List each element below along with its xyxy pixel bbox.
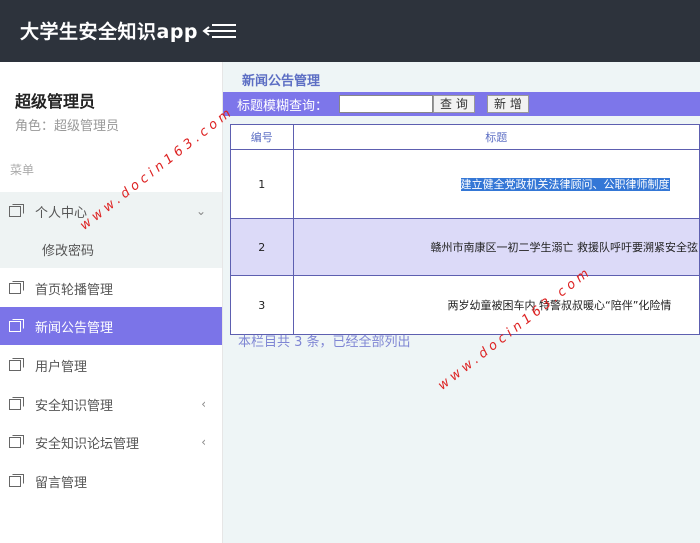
row-title-cell: 赣州市南康区一初二学生溺亡 救援队呼吁要溯紧安全弦 — [292, 218, 700, 276]
chevron-down-icon: ⌄ — [195, 204, 206, 218]
main-content: 新闻公告管理 标题模糊查询： 查 询 新 增 编号 标题 1 建立健全党政机关法… — [223, 62, 700, 543]
sidebar-item-label: 留言管理 — [35, 475, 88, 491]
column-header-id: 编号 — [230, 124, 294, 150]
row-id: 2 — [230, 218, 294, 276]
window-icon — [9, 319, 24, 332]
sidebar-item-label: 安全知识管理 — [35, 398, 114, 414]
app-title: 大学生安全知识app — [20, 21, 199, 43]
chevron-left-icon: ‹ — [201, 435, 206, 449]
window-icon — [9, 281, 24, 294]
sidebar-item-messages[interactable]: 留言管理 — [0, 462, 222, 500]
column-header-title: 标题 — [292, 124, 700, 150]
sidebar-item-safety-knowledge[interactable]: 安全知识管理 ‹ — [0, 385, 222, 423]
user-role: 角色：超级管理员 — [15, 119, 120, 134]
sidebar-item-news[interactable]: 新闻公告管理 — [0, 307, 222, 345]
table-row[interactable]: 1 建立健全党政机关法律顾问、公职律师制度 — [230, 149, 700, 219]
sidebar-item-label: 修改密码 — [42, 243, 95, 259]
sidebar-item-label: 安全知识论坛管理 — [35, 436, 140, 452]
search-bar: 标题模糊查询： 查 询 新 增 — [223, 92, 700, 116]
row-title-cell: 两岁幼童被困车内 特警叔叔暖心“陪伴”化险情 — [292, 275, 700, 335]
window-icon — [9, 435, 24, 448]
row-id: 1 — [230, 149, 294, 219]
row-title-cell: 建立健全党政机关法律顾问、公职律师制度 — [292, 149, 700, 219]
search-label: 标题模糊查询： — [237, 99, 329, 114]
query-button[interactable]: 查 询 — [433, 95, 475, 113]
row-id: 3 — [230, 275, 294, 335]
sidebar-item-label: 个人中心 — [35, 205, 88, 221]
news-table: 编号 标题 1 建立健全党政机关法律顾问、公职律师制度 2 赣州市南康区一初二学… — [230, 124, 700, 335]
row-title-link[interactable]: 建立健全党政机关法律顾问、公职律师制度 — [460, 178, 670, 191]
sidebar-item-label: 用户管理 — [35, 359, 88, 375]
chevron-left-icon: ‹ — [201, 397, 206, 411]
page-title: 新闻公告管理 — [242, 74, 321, 89]
top-bar: 大学生安全知识app — [0, 0, 700, 62]
add-button[interactable]: 新 增 — [487, 95, 529, 113]
sidebar-item-users[interactable]: 用户管理 — [0, 346, 222, 384]
list-summary: 本栏目共 3 条，已经全部列出 — [238, 335, 411, 350]
table-row[interactable]: 3 两岁幼童被困车内 特警叔叔暖心“陪伴”化险情 — [230, 275, 700, 335]
window-icon — [9, 474, 24, 487]
row-title-link[interactable]: 赣州市南康区一初二学生溺亡 救援队呼吁要溯紧安全弦 — [431, 241, 699, 254]
search-input[interactable] — [339, 95, 433, 113]
table-row[interactable]: 2 赣州市南康区一初二学生溺亡 救援队呼吁要溯紧安全弦 — [230, 218, 700, 276]
menu-toggle-icon[interactable] — [200, 20, 238, 42]
sidebar-item-change-password[interactable]: 修改密码 — [0, 230, 222, 268]
window-icon — [9, 397, 24, 410]
sidebar-item-label: 新闻公告管理 — [35, 320, 114, 336]
sidebar-item-label: 首页轮播管理 — [35, 282, 114, 298]
window-icon — [9, 204, 24, 217]
sidebar-item-banner[interactable]: 首页轮播管理 — [0, 269, 222, 307]
sidebar-item-safety-forum[interactable]: 安全知识论坛管理 ‹ — [0, 423, 222, 461]
menu-heading: 菜单 — [10, 163, 35, 177]
user-name: 超级管理员 — [15, 92, 96, 111]
window-icon — [9, 358, 24, 371]
